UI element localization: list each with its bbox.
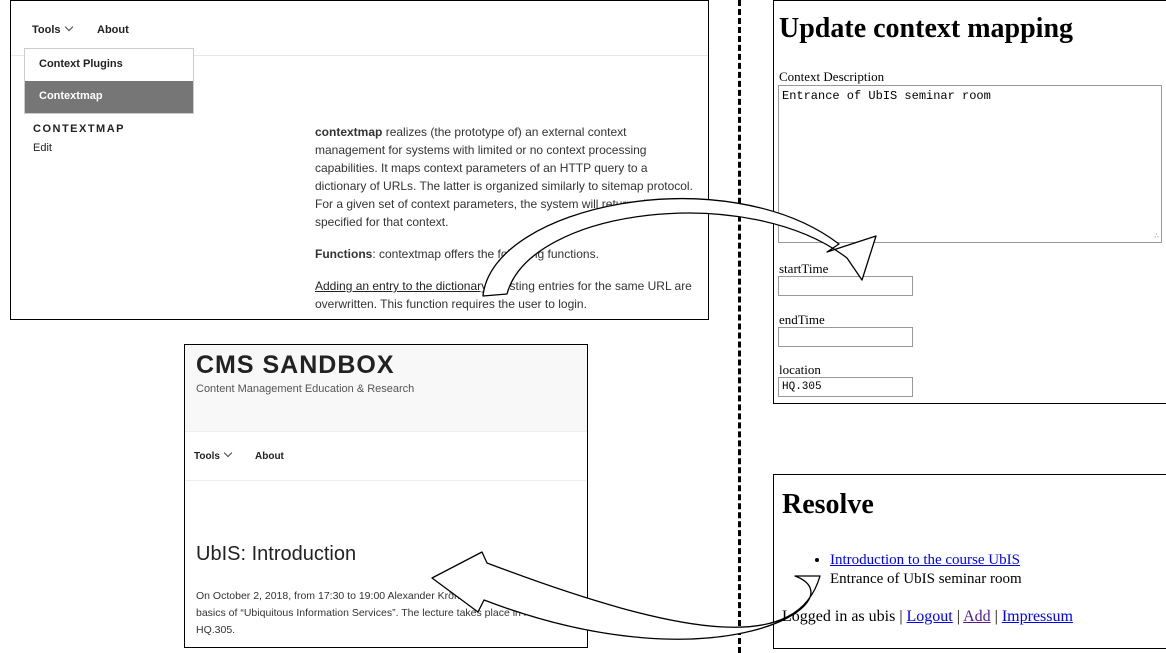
resolve-panel: Resolve Introduction to the course UbIS … bbox=[773, 474, 1166, 649]
location-input[interactable]: HQ.305 bbox=[778, 377, 913, 397]
post-body: On October 2, 2018, from 17:30 to 19:00 … bbox=[196, 590, 559, 636]
chevron-down-icon bbox=[223, 448, 233, 458]
site-header: CMS SANDBOX Content Management Education… bbox=[185, 345, 587, 431]
context-description-textarea[interactable]: Entrance of UbIS seminar room ∴ bbox=[778, 85, 1162, 243]
course-link[interactable]: Introduction to the course UbIS bbox=[830, 552, 1020, 568]
separator: | bbox=[994, 608, 998, 625]
nav-tools-label: Tools bbox=[194, 451, 220, 462]
page-title: CONTEXTMAP bbox=[33, 123, 125, 135]
resolve-title: Resolve bbox=[782, 489, 874, 520]
update-context-mapping-panel: Update context mapping Context Descripti… bbox=[773, 0, 1166, 404]
intro-paragraph: contextmap realizes (the prototype of) a… bbox=[315, 123, 697, 231]
intro-bold: contextmap bbox=[315, 125, 383, 139]
context-description-label: Context Description bbox=[779, 69, 885, 84]
intro-text: realizes (the prototype of) an external … bbox=[315, 125, 693, 229]
end-time-label: endTime bbox=[779, 312, 825, 327]
resolve-list: Introduction to the course UbIS Entrance… bbox=[788, 551, 1022, 589]
chevron-down-icon bbox=[64, 22, 73, 32]
add-entry-paragraph: Adding an entry to the dictionary. Exist… bbox=[315, 277, 697, 313]
footer-bar: Logged in as ubis | Logout | Add | Impre… bbox=[782, 608, 1073, 626]
cms-sandbox-panel: CMS SANDBOX Content Management Education… bbox=[184, 344, 588, 648]
resize-grip-icon[interactable]: ∴ bbox=[1154, 231, 1159, 241]
context-description-text: Entrance of UbIS seminar room bbox=[830, 571, 1022, 587]
end-time-input[interactable] bbox=[778, 327, 913, 347]
nav-tools-menu[interactable]: Tools bbox=[194, 448, 233, 462]
site-navigation: Tools About bbox=[185, 431, 587, 481]
nav-tools-menu[interactable]: Tools bbox=[32, 22, 73, 36]
logged-in-text: Logged in as ubis | bbox=[782, 608, 903, 625]
context-description-value: Entrance of UbIS seminar room bbox=[782, 89, 991, 103]
separator: | bbox=[956, 608, 960, 625]
add-link[interactable]: Add bbox=[963, 608, 991, 625]
page-content: contextmap realizes (the prototype of) a… bbox=[315, 123, 697, 319]
functions-text: : contextmap offers the following functi… bbox=[372, 247, 599, 261]
list-item: Introduction to the course UbIS Entrance… bbox=[830, 551, 1022, 589]
menu-item-context-plugins[interactable]: Context Plugins bbox=[25, 49, 193, 81]
post-title: UbIS: Introduction bbox=[196, 543, 357, 565]
form-title: Update context mapping bbox=[779, 13, 1074, 44]
logout-link[interactable]: Logout bbox=[907, 608, 953, 625]
site-title[interactable]: CMS SANDBOX bbox=[196, 351, 395, 380]
location-label: location bbox=[779, 362, 821, 377]
functions-paragraph: Functions: contextmap offers the followi… bbox=[315, 245, 697, 263]
nav-about-link[interactable]: About bbox=[97, 24, 129, 36]
nav-about-link[interactable]: About bbox=[255, 451, 284, 462]
edit-link[interactable]: Edit bbox=[33, 142, 52, 154]
dashed-divider bbox=[738, 0, 741, 653]
start-time-input[interactable] bbox=[778, 276, 913, 296]
cms-contextmap-panel: Tools About Context Plugins Contextmap C… bbox=[10, 0, 709, 320]
site-description: Content Management Education & Research bbox=[196, 383, 415, 395]
add-entry-link[interactable]: Adding an entry to the dictionary bbox=[315, 279, 486, 293]
tools-dropdown-menu: Context Plugins Contextmap bbox=[24, 48, 194, 114]
start-time-label: startTime bbox=[779, 261, 829, 276]
impressum-link[interactable]: Impressum bbox=[1002, 608, 1073, 625]
menu-item-contextmap[interactable]: Contextmap bbox=[25, 81, 193, 113]
functions-bold: Functions bbox=[315, 247, 373, 261]
nav-tools-label: Tools bbox=[32, 24, 61, 36]
